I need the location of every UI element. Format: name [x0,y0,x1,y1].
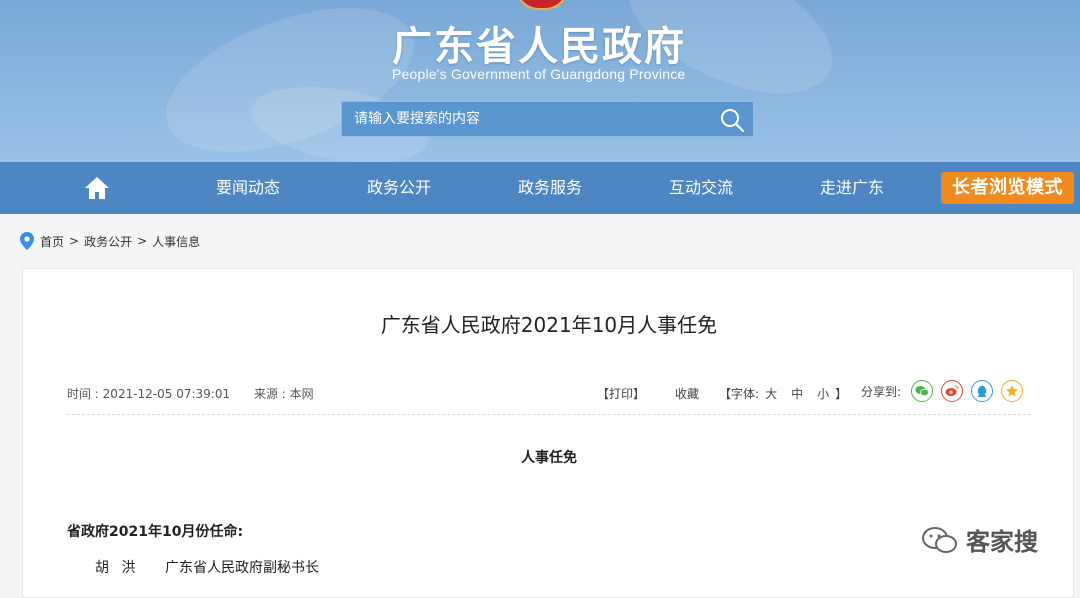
national-emblem-icon [515,0,569,10]
nav-item-gov-affairs[interactable]: 政务公开 [367,162,431,214]
appointment-row: 胡 洪 广东省人民政府副秘书长 [95,557,319,577]
font-large-button[interactable]: 大 [765,385,777,402]
location-pin-icon [20,232,34,250]
main-nav: 要闻动态 政务公开 政务服务 互动交流 走进广东 [0,162,1080,214]
nav-item-gov-services[interactable]: 政务服务 [518,162,582,214]
watermark-text: 客家搜 [966,528,1038,556]
home-icon[interactable] [84,176,110,200]
breadcrumb-separator: > [137,234,148,248]
font-size-label: 【字体: [719,387,760,401]
font-medium-button[interactable]: 中 [791,385,803,402]
qzone-icon[interactable] [1001,380,1024,402]
font-size-close: 】 [835,387,848,401]
wechat-icon[interactable] [911,380,934,402]
nav-item-interaction[interactable]: 互动交流 [669,162,733,214]
watermark: 客家搜 [920,522,1038,557]
breadcrumb-personnel[interactable]: 人事信息 [152,233,200,250]
article-title: 广东省人民政府2021年10月人事任免 [380,313,718,337]
wechat-watermark-icon [922,526,957,553]
publish-time: 时间 : 2021-12-05 07:39:01 [67,387,231,401]
article-heading: 人事任免 [521,450,577,466]
divider [67,414,1031,415]
breadcrumb-separator: > [69,234,80,248]
site-title[interactable]: 广东省人民政府 [392,14,686,72]
font-small-button[interactable]: 小 [817,385,829,402]
breadcrumb: 首页 > 政务公开 > 人事信息 [20,231,200,251]
favorite-button[interactable]: 收藏 [675,385,699,402]
header-banner: 广东省人民政府 People's Government of Guangdong… [0,0,1080,162]
article-source: 来源 : 本网 [253,387,314,401]
appointee-position: 广东省人民政府副秘书长 [165,560,319,576]
search-box [341,101,754,137]
breadcrumb-home[interactable]: 首页 [40,233,64,250]
appointee-name: 胡 洪 [95,560,140,576]
qq-icon[interactable] [971,380,994,402]
nav-item-news[interactable]: 要闻动态 [216,162,280,214]
breadcrumb-gov-affairs[interactable]: 政务公开 [84,233,132,250]
article-meta: 时间 : 2021-12-05 07:39:01 来源 : 本网 [67,385,334,402]
article-card: 广东省人民政府2021年10月人事任免 时间 : 2021-12-05 07:3… [22,268,1074,598]
elder-mode-button[interactable]: 长者浏览模式 [941,172,1074,204]
search-icon[interactable] [719,107,745,133]
nav-item-about-guangdong[interactable]: 走进广东 [820,162,884,214]
weibo-icon[interactable] [941,380,964,402]
site-subtitle: People's Government of Guangdong Provinc… [392,66,686,82]
search-input[interactable] [342,102,702,136]
section-label: 省政府2021年10月份任命: [67,524,244,540]
share-bar: 分享到: [861,380,1031,402]
print-button[interactable]: 【打印】 [597,385,645,402]
share-label: 分享到: [861,384,902,399]
article-tools: 【打印】 收藏 【字体: 大 中 小 】 [597,385,847,402]
